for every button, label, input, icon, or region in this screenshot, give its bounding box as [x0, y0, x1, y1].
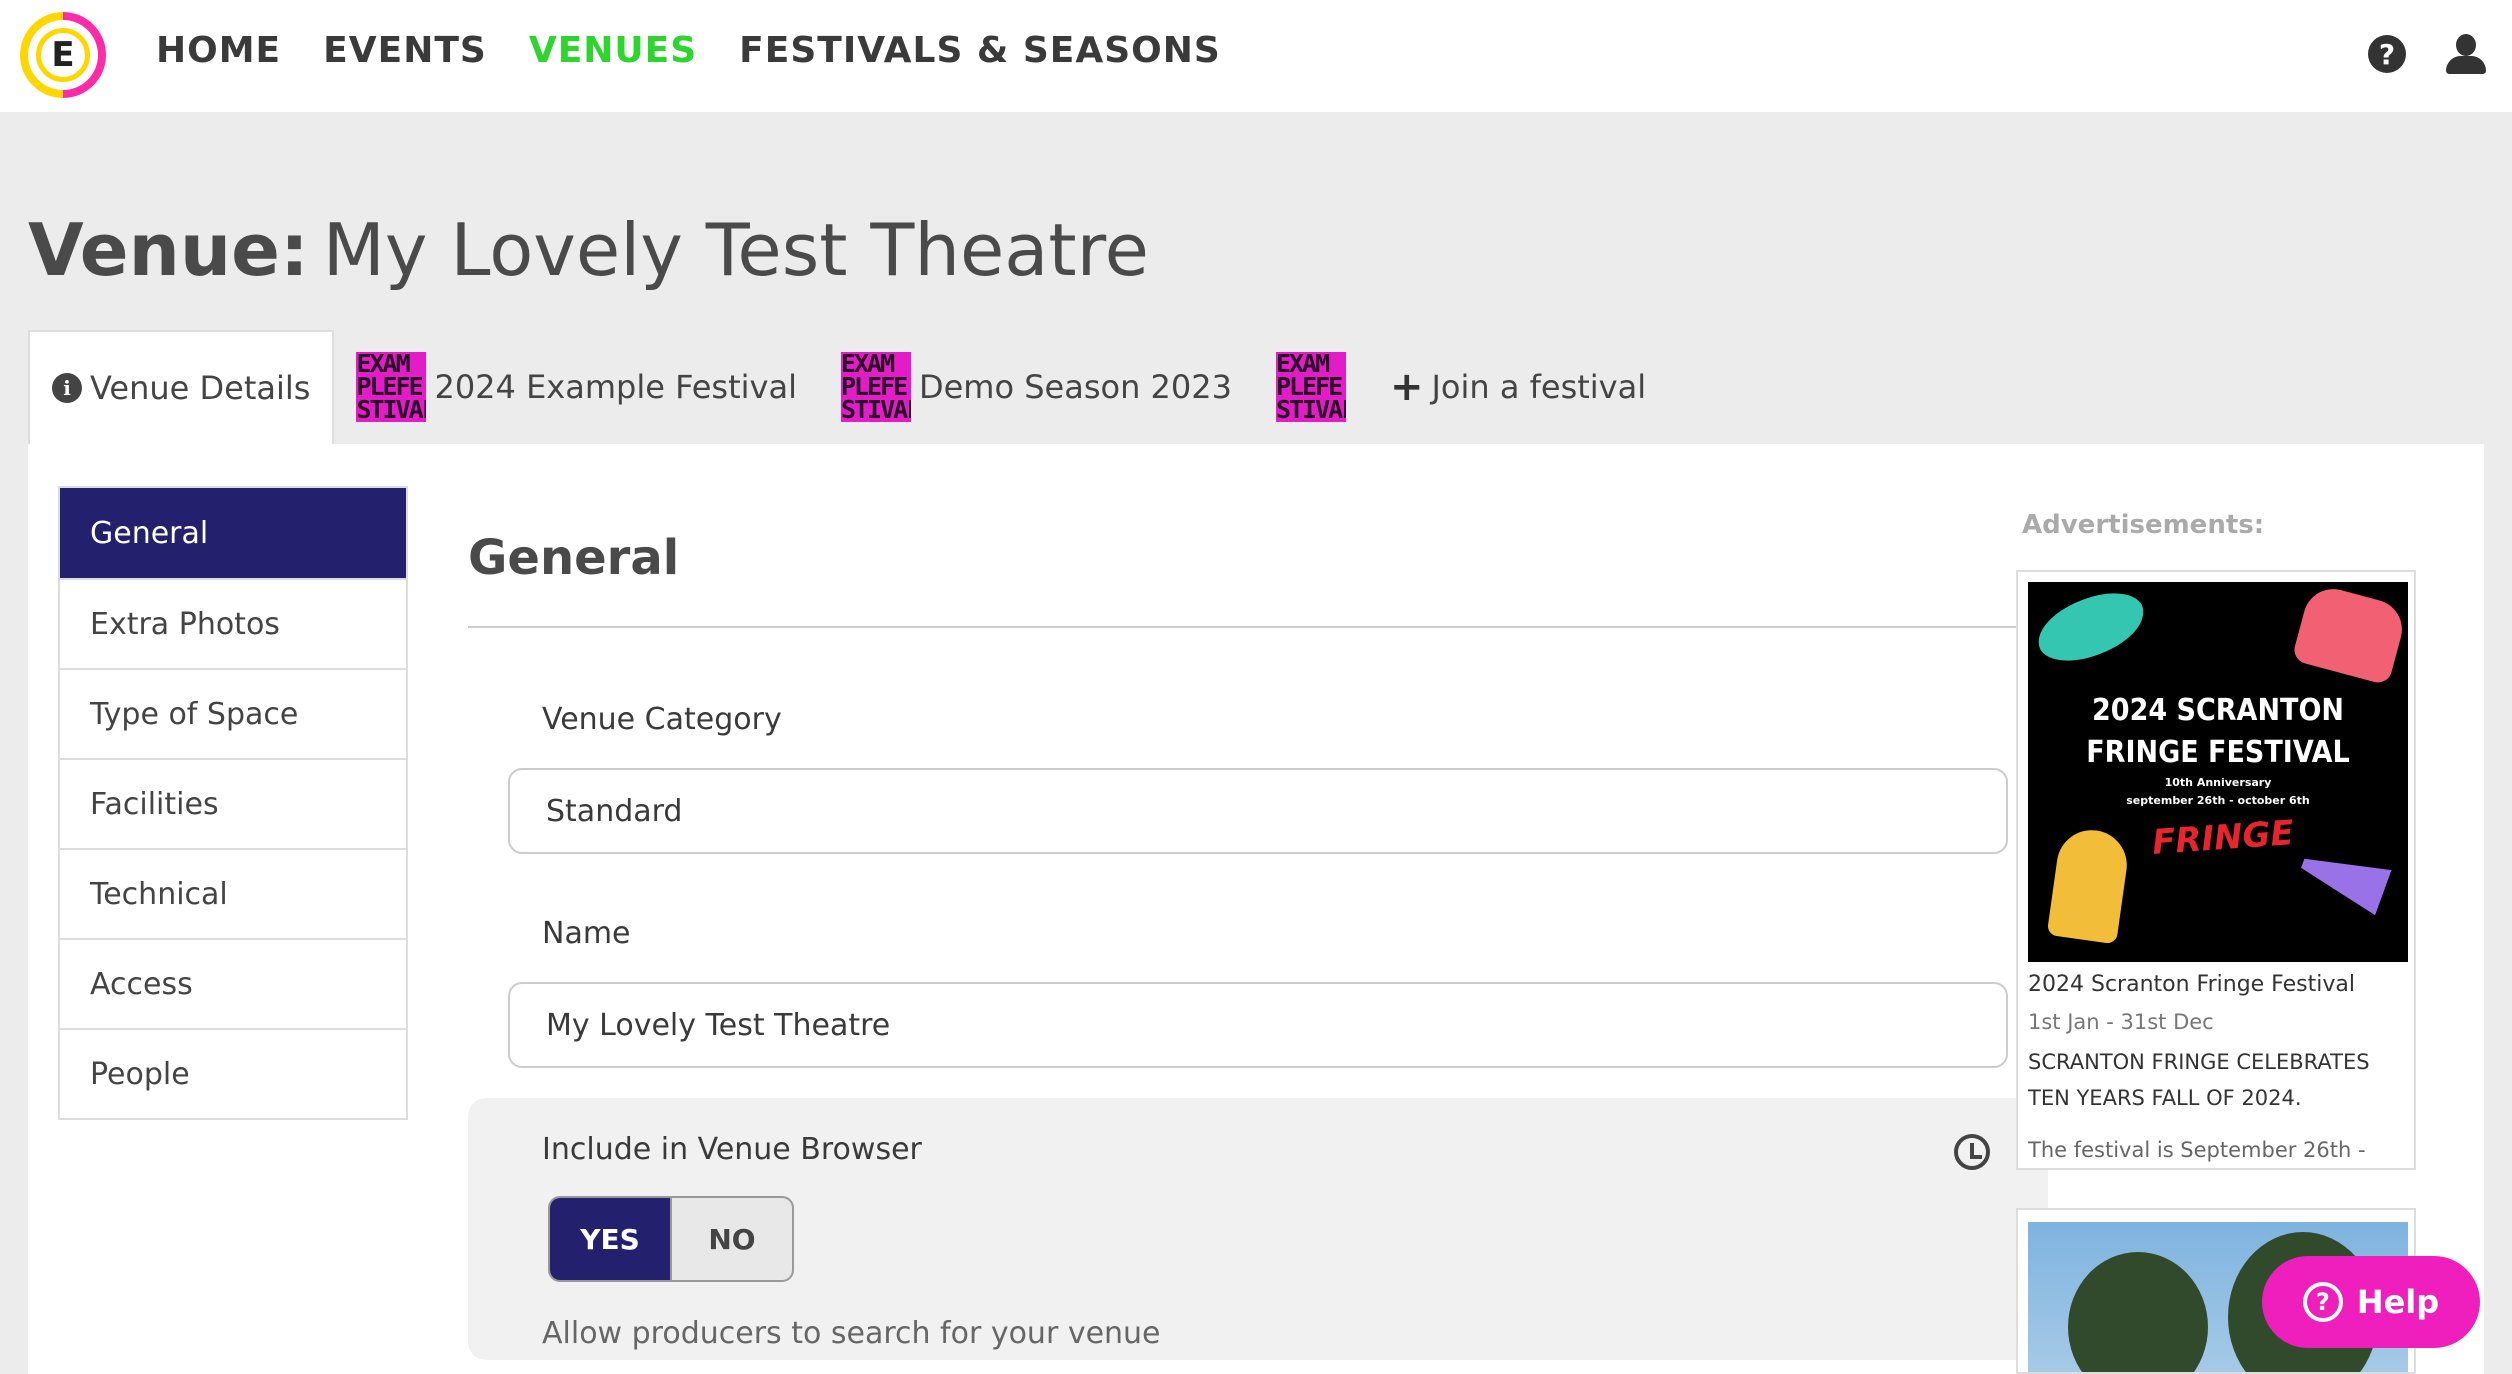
nav-link-home[interactable]: HOME: [156, 30, 281, 71]
tab-festival-thumbnail-only[interactable]: EXAM PLEFE STIVAL: [1254, 330, 1368, 444]
venue-subnav: General Extra Photos Type of Space Facil…: [58, 486, 408, 1120]
tab-label: Join a festival: [1431, 368, 1647, 406]
tab-join-festival[interactable]: + Join a festival: [1368, 330, 1668, 444]
subnav-item-general[interactable]: General: [60, 488, 406, 578]
user-icon-body: [2446, 56, 2486, 74]
plus-icon: +: [1389, 364, 1424, 410]
festival-thumbnail: EXAM PLEFE STIVAL: [356, 352, 427, 422]
subnav-item-access[interactable]: Access: [60, 938, 406, 1028]
subnav-item-facilities[interactable]: Facilities: [60, 758, 406, 848]
tab-venue-details[interactable]: i Venue Details: [28, 330, 335, 444]
ad-image-headline-1: 2024 SCRANTON: [2092, 693, 2344, 728]
ad-image-headline-2: FRINGE FESTIVAL: [2086, 735, 2350, 770]
tab-label: 2024 Example Festival: [434, 368, 797, 406]
nav-link-festivals-seasons[interactable]: FESTIVALS & SEASONS: [739, 30, 1221, 71]
ad-image: 2024 SCRANTON FRINGE FESTIVAL 10th Anniv…: [2028, 582, 2408, 962]
subnav-item-technical[interactable]: Technical: [60, 848, 406, 938]
ads-title: Advertisements:: [2022, 510, 2265, 540]
subnav-item-people[interactable]: People: [60, 1028, 406, 1118]
ad-card[interactable]: 2024 SCRANTON FRINGE FESTIVAL 10th Anniv…: [2016, 570, 2416, 1170]
tab-label: Demo Season 2023: [918, 368, 1232, 406]
festival-thumbnail: EXAM PLEFE STIVAL: [1275, 352, 1346, 422]
venue-category-label: Venue Category: [542, 702, 782, 737]
microphone-graphic: [2046, 825, 2132, 945]
subnav-item-type-of-space[interactable]: Type of Space: [60, 668, 406, 758]
user-icon-head: [2456, 34, 2476, 56]
help-button[interactable]: ? Help: [2262, 1256, 2480, 1348]
thumb-line: STIVAL: [840, 395, 911, 422]
nav-link-events[interactable]: EVENTS: [323, 30, 487, 71]
ad-date: 1st Jan - 31st Dec: [2028, 1010, 2214, 1034]
user-icon[interactable]: [2446, 34, 2486, 74]
tree-graphic: [2068, 1252, 2208, 1372]
ad-image-anniversary: 10th Anniversary: [2164, 776, 2272, 789]
nav-link-venues[interactable]: VENUES: [529, 30, 697, 71]
venue-browser-help-text: Allow producers to search for your venue: [542, 1316, 1161, 1351]
page-title-label: Venue:: [28, 208, 309, 292]
info-icon: i: [52, 373, 82, 403]
megaphone-graphic: [2294, 841, 2391, 916]
history-icon[interactable]: [1954, 1134, 1990, 1170]
ad-teaser: The festival is September 26th -: [2028, 1138, 2366, 1162]
name-label: Name: [542, 916, 631, 951]
ad-description: SCRANTON FRINGE CELEBRATES TEN YEARS FAL…: [2028, 1050, 2370, 1110]
venue-tabs: i Venue Details EXAM PLEFE STIVAL 2024 E…: [28, 330, 1668, 444]
tab-label: Venue Details: [90, 369, 311, 407]
phone-graphic: [2291, 582, 2408, 686]
thumb-line: STIVAL: [356, 395, 426, 422]
venue-category-select[interactable]: Standard: [508, 768, 2008, 854]
main-nav: HOME EVENTS VENUES FESTIVALS & SEASONS: [156, 30, 1221, 71]
festival-thumbnail: EXAM PLEFE STIVAL: [840, 352, 911, 422]
nav-icons: ?: [2368, 34, 2486, 74]
ad-title[interactable]: 2024 Scranton Fringe Festival: [2028, 972, 2355, 997]
name-input[interactable]: My Lovely Test Theatre: [508, 982, 2008, 1068]
site-logo[interactable]: E: [20, 12, 106, 98]
page-title: Venue: My Lovely Test Theatre: [28, 208, 1149, 292]
ad-image-dates: september 26th - october 6th: [2126, 794, 2310, 807]
subnav-item-extra-photos[interactable]: Extra Photos: [60, 578, 406, 668]
question-circle-icon[interactable]: ?: [2368, 35, 2406, 73]
top-navbar: E HOME EVENTS VENUES FESTIVALS & SEASONS…: [0, 0, 2512, 112]
tab-2024-example-festival[interactable]: EXAM PLEFE STIVAL 2024 Example Festival: [334, 330, 819, 444]
help-button-label: Help: [2356, 1283, 2440, 1321]
page-title-venue-name: My Lovely Test Theatre: [322, 208, 1149, 292]
question-icon: ?: [2302, 1282, 2343, 1322]
section-title: General: [468, 530, 680, 586]
venue-browser-label: Include in Venue Browser: [542, 1132, 922, 1167]
venue-browser-toggle: YES NO: [548, 1196, 794, 1282]
thumb-line: STIVAL: [1275, 395, 1346, 422]
toggle-yes-button[interactable]: YES: [550, 1198, 672, 1280]
section-divider: [468, 626, 2018, 628]
lips-graphic: [2030, 584, 2152, 670]
ad-image-brand: FRINGE: [2150, 813, 2295, 863]
tab-demo-season-2023[interactable]: EXAM PLEFE STIVAL Demo Season 2023: [819, 330, 1254, 444]
toggle-no-button[interactable]: NO: [672, 1198, 792, 1280]
logo-letter: E: [36, 28, 90, 82]
